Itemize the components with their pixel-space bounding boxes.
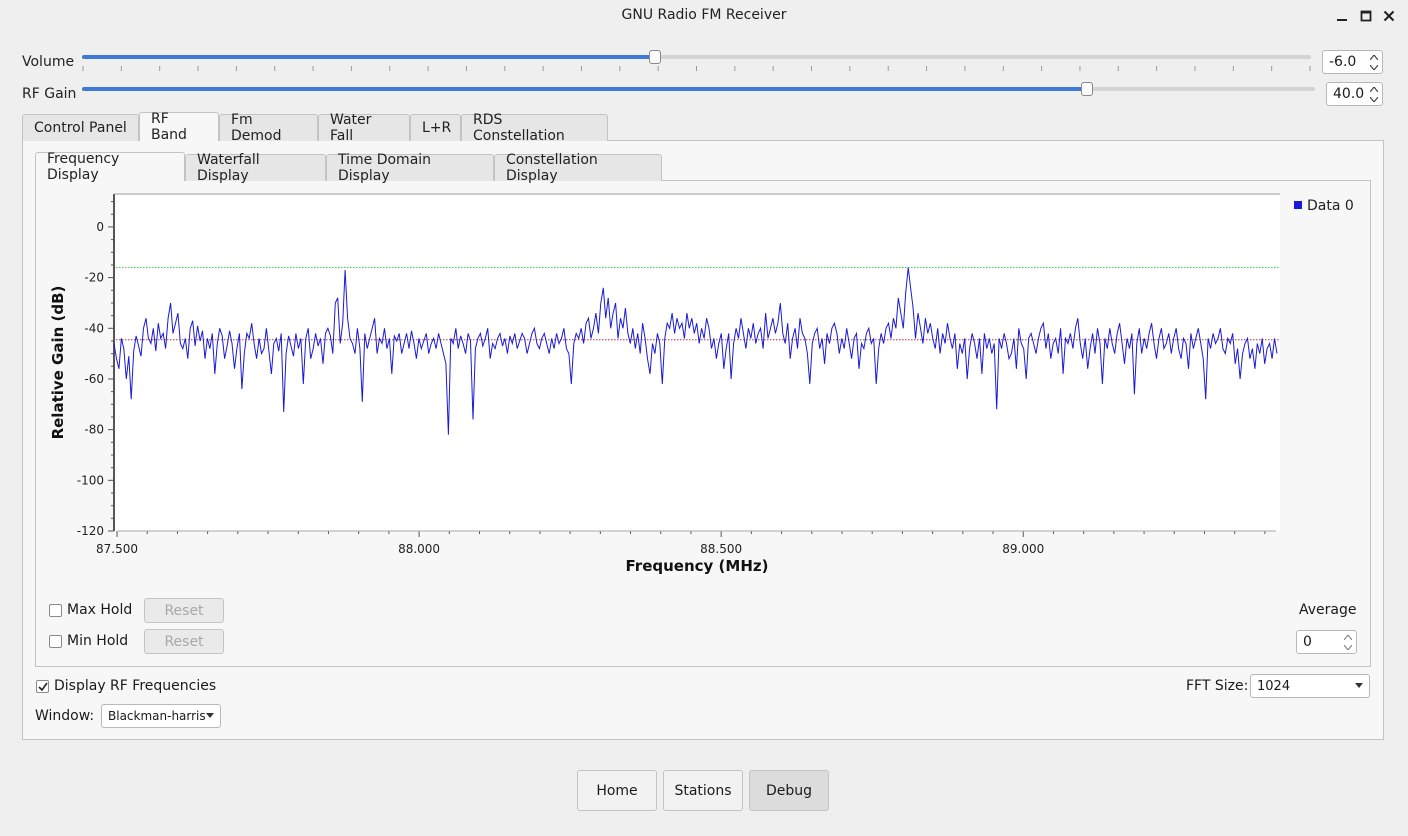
- average-label: Average: [1299, 602, 1357, 618]
- fft-size-value: 1024: [1257, 678, 1291, 694]
- tab-rds-constellation[interactable]: RDS Constellation: [461, 112, 608, 144]
- tab-l-plus-r[interactable]: L+R: [410, 114, 461, 141]
- close-button[interactable]: [1379, 6, 1399, 26]
- average-value: 0: [1303, 634, 1312, 650]
- maximize-button[interactable]: [1356, 6, 1376, 26]
- y-tick-label: -40: [84, 321, 104, 335]
- y-tick-label: -120: [77, 524, 104, 538]
- spin-up-icon[interactable]: [1368, 84, 1380, 94]
- maximize-icon: [1360, 10, 1372, 22]
- max-hold-reset-button[interactable]: Reset: [144, 598, 224, 623]
- rf-gain-slider-handle[interactable]: [1080, 82, 1093, 96]
- rf-gain-label: RF Gain: [22, 86, 77, 102]
- close-icon: [1383, 10, 1395, 22]
- tab-frequency-display[interactable]: Frequency Display: [35, 151, 185, 183]
- y-tick-label: 0: [96, 220, 104, 234]
- y-axis-label: Relative Gain (dB): [49, 286, 67, 440]
- tab-water-fall[interactable]: Water Fall: [318, 112, 410, 144]
- min-hold-label: Min Hold: [67, 633, 129, 649]
- window-title: GNU Radio FM Receiver: [621, 7, 787, 23]
- spin-down-icon[interactable]: [1368, 94, 1380, 104]
- x-tick-label: 88.500: [700, 542, 742, 556]
- volume-slider-ticks: [82, 66, 1311, 71]
- checkmark-icon: [37, 682, 48, 691]
- chevron-down-icon: [206, 713, 214, 718]
- volume-slider-handle[interactable]: [648, 50, 661, 64]
- volume-spinbox[interactable]: -6.0: [1322, 50, 1383, 74]
- rf-gain-value: 40.0: [1333, 86, 1365, 102]
- plot-canvas: [114, 194, 1280, 531]
- volume-label: Volume: [22, 54, 75, 70]
- spin-up-icon[interactable]: [1342, 632, 1354, 642]
- minimize-button[interactable]: [1332, 6, 1352, 26]
- legend-label: Data 0: [1307, 198, 1354, 214]
- stations-button[interactable]: Stations: [663, 770, 743, 811]
- y-tick-label: -100: [77, 473, 104, 487]
- x-axis-label: Frequency (MHz): [626, 557, 769, 575]
- window-select-value: Blackman-harris: [108, 709, 206, 723]
- display-rf-checkbox[interactable]: [36, 680, 49, 693]
- spin-up-icon[interactable]: [1368, 52, 1380, 62]
- rf-gain-slider-fill: [82, 87, 1087, 91]
- chevron-down-icon: [1355, 683, 1363, 688]
- x-tick-label: 87.500: [96, 542, 138, 556]
- tab-rf-band[interactable]: RF Band: [139, 111, 219, 143]
- x-tick-label: 88.000: [398, 542, 440, 556]
- volume-value: -6.0: [1329, 54, 1357, 70]
- volume-slider-fill: [82, 55, 655, 59]
- y-tick-label: -20: [84, 271, 104, 285]
- spin-down-icon[interactable]: [1342, 642, 1354, 652]
- tab-fm-demod[interactable]: Fm Demod: [219, 112, 318, 144]
- fft-size-label: FFT Size:: [1186, 678, 1249, 694]
- tab-control-panel[interactable]: Control Panel: [22, 114, 139, 141]
- min-hold-reset-button[interactable]: Reset: [144, 629, 224, 654]
- legend-swatch: [1294, 201, 1302, 209]
- min-hold-checkbox[interactable]: [49, 635, 62, 648]
- fft-size-select[interactable]: 1024: [1250, 674, 1370, 698]
- minimize-icon: [1337, 19, 1347, 21]
- y-tick-label: -80: [84, 423, 104, 437]
- spin-down-icon[interactable]: [1368, 62, 1380, 72]
- tab-constellation-display[interactable]: Constellation Display: [494, 152, 662, 184]
- volume-slider[interactable]: [82, 55, 1311, 59]
- debug-button[interactable]: Debug: [749, 770, 829, 811]
- max-hold-label: Max Hold: [67, 602, 133, 618]
- tab-time-domain-display[interactable]: Time Domain Display: [326, 152, 494, 184]
- window-select[interactable]: Blackman-harris: [101, 704, 221, 728]
- rf-gain-slider[interactable]: [82, 87, 1315, 91]
- display-rf-label: Display RF Frequencies: [54, 678, 217, 694]
- frequency-plot[interactable]: 0 -20 -40 -60 -80 -100 -120 87.500 88.000 88.500 8…: [36, 181, 1370, 591]
- tab-waterfall-display[interactable]: Waterfall Display: [185, 152, 326, 184]
- max-hold-checkbox[interactable]: [49, 604, 62, 617]
- home-button[interactable]: Home: [577, 770, 657, 811]
- window-label: Window:: [35, 708, 95, 724]
- average-spinbox[interactable]: 0: [1296, 630, 1357, 654]
- y-tick-label: -60: [84, 372, 104, 386]
- x-tick-label: 89.000: [1002, 542, 1044, 556]
- rf-gain-spinbox[interactable]: 40.0: [1326, 82, 1383, 106]
